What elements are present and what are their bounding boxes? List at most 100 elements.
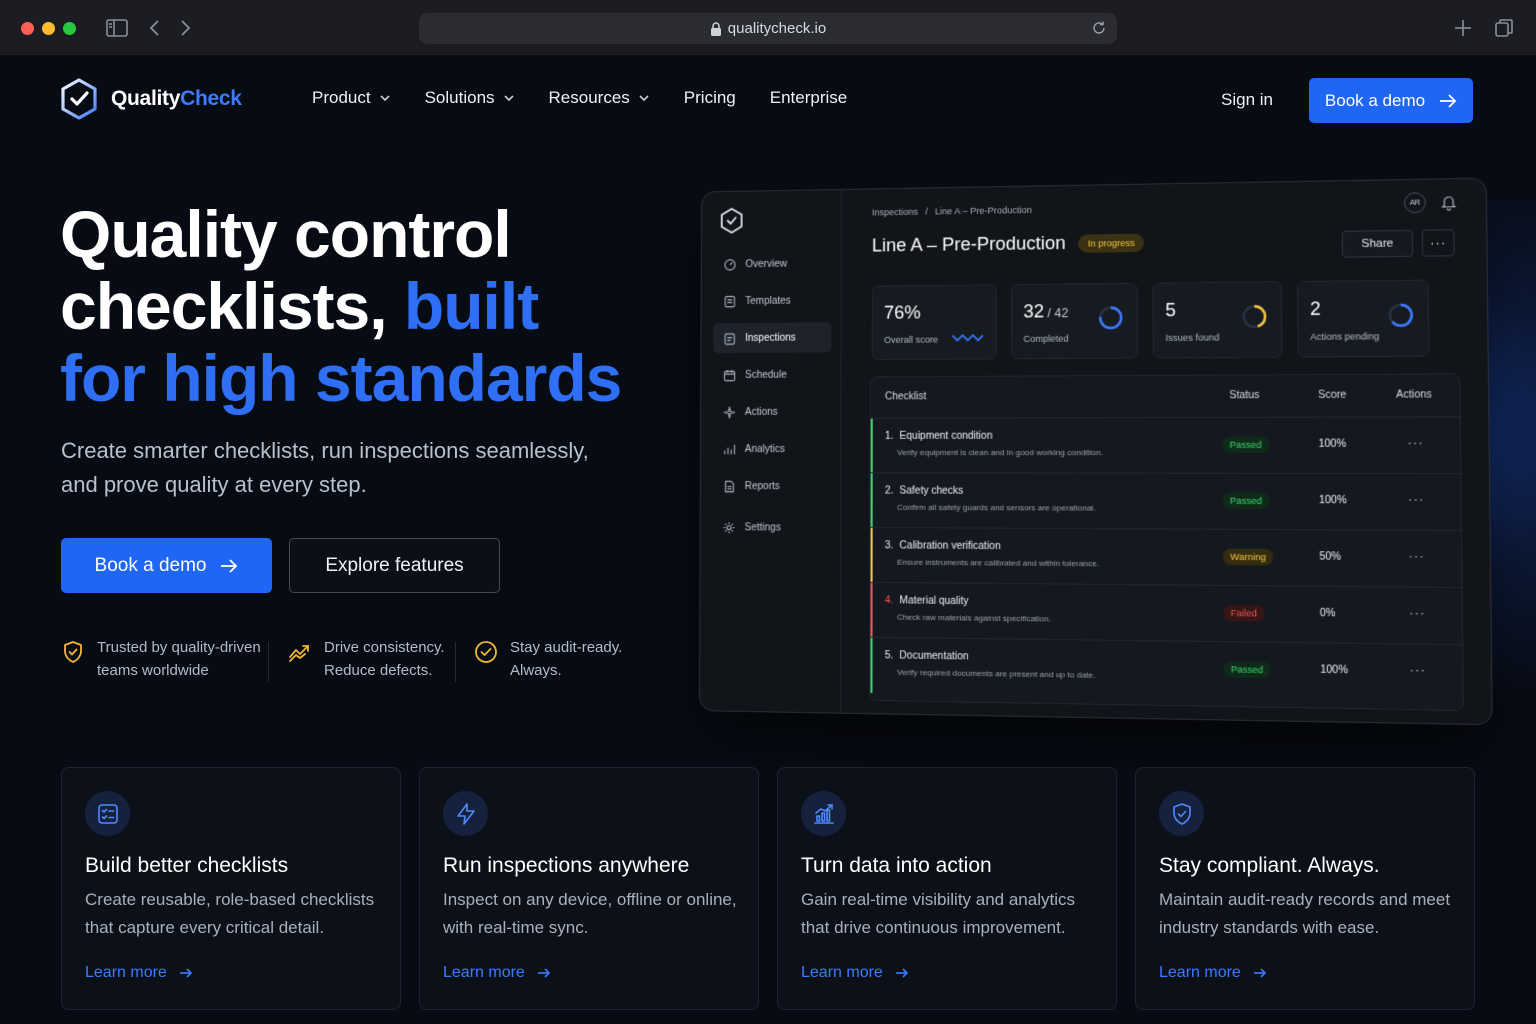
learn-more-link[interactable]: Learn more xyxy=(801,964,909,982)
nav-pricing[interactable]: Pricing xyxy=(684,88,736,108)
forward-icon[interactable] xyxy=(173,16,197,40)
feature-card-analytics: Turn data into action Gain real-time vis… xyxy=(777,767,1117,1010)
check-circle-icon xyxy=(475,641,497,663)
column-header: Score xyxy=(1318,389,1347,402)
breadcrumb-item[interactable]: Inspections xyxy=(872,207,918,218)
sidebar-item-overview[interactable]: Overview xyxy=(714,248,832,279)
close-window-button[interactable] xyxy=(21,22,34,35)
stat-card-actions-pending: 2 Actions pending xyxy=(1296,279,1430,358)
hero-subtitle: Create smarter checklists, run inspectio… xyxy=(61,438,589,497)
sidebar-item-schedule[interactable]: Schedule xyxy=(713,359,831,390)
main-nav: Product Solutions Resources Pricing Ente… xyxy=(312,88,881,108)
inspection-title: Line A – Pre-Production In progress xyxy=(872,232,1145,257)
reload-icon[interactable] xyxy=(1091,20,1107,36)
nav-product[interactable]: Product xyxy=(312,88,391,108)
row-actions-button[interactable]: ··· xyxy=(1408,549,1425,564)
arrow-right-icon xyxy=(221,558,238,573)
gear-icon xyxy=(723,521,736,534)
url-text: qualitycheck.io xyxy=(727,20,827,37)
nav-enterprise[interactable]: Enterprise xyxy=(770,88,847,108)
table-row[interactable]: 4. Material quality Check raw materials a… xyxy=(870,581,1465,645)
brand-name: QualityCheck xyxy=(111,87,242,110)
lock-icon xyxy=(710,21,721,36)
learn-more-link[interactable]: Learn more xyxy=(443,964,551,982)
column-header: Actions xyxy=(1396,389,1432,401)
feature-description: Gain real-time visibility and analytics … xyxy=(801,890,1075,937)
back-icon[interactable] xyxy=(143,16,167,40)
sidebar-item-actions[interactable]: Actions xyxy=(713,397,831,427)
breadcrumb: Inspections / Line A – Pre-Production xyxy=(871,204,1033,218)
arrow-right-icon xyxy=(179,968,192,978)
learn-more-link[interactable]: Learn more xyxy=(1159,964,1267,982)
nav-solutions[interactable]: Solutions xyxy=(425,88,515,108)
avatar[interactable]: AR xyxy=(1404,192,1426,214)
divider xyxy=(455,642,456,682)
address-bar[interactable]: qualitycheck.io xyxy=(419,13,1117,44)
minimize-window-button[interactable] xyxy=(42,22,55,35)
nav-resources[interactable]: Resources xyxy=(549,88,650,108)
new-tab-icon[interactable] xyxy=(1451,16,1475,40)
sidebar-item-settings[interactable]: Settings xyxy=(713,512,832,543)
checklist-table: Checklist Status Score Actions 1. Equipme… xyxy=(869,373,1465,711)
sidebar-item-inspections[interactable]: Inspections xyxy=(713,322,832,354)
status-indicator xyxy=(870,582,873,638)
sign-in-link[interactable]: Sign in xyxy=(1221,90,1273,110)
status-badge: Passed xyxy=(1222,436,1270,454)
status-indicator xyxy=(870,418,873,474)
hero-book-demo-button[interactable]: Book a demo xyxy=(61,538,272,593)
table-row[interactable]: 2. Safety checks Confirm all safety guard… xyxy=(870,472,1464,531)
status-indicator xyxy=(870,473,873,528)
status-indicator xyxy=(870,637,873,693)
bar-chart-icon xyxy=(723,442,736,455)
row-actions-button[interactable]: ··· xyxy=(1408,492,1425,507)
trust-item: Trusted by quality-driven teams worldwide xyxy=(61,636,261,682)
feature-description: Inspect on any device, offline or online… xyxy=(443,890,737,937)
status-badge: Passed xyxy=(1222,492,1270,510)
column-header: Status xyxy=(1229,389,1260,402)
sidebar-item-templates[interactable]: Templates xyxy=(713,285,831,316)
bell-icon[interactable] xyxy=(1441,194,1456,211)
arrow-right-icon xyxy=(1440,93,1457,108)
feature-card-checklists: Build better checklists Create reusable,… xyxy=(61,767,401,1010)
table-row[interactable]: 3. Calibration verification Ensure instru… xyxy=(870,526,1464,588)
status-badge: Warning xyxy=(1222,548,1274,566)
share-button[interactable]: Share xyxy=(1341,229,1414,258)
row-actions-button[interactable]: ··· xyxy=(1409,662,1426,677)
feature-card-inspections: Run inspections anywhere Inspect on any … xyxy=(419,767,759,1010)
status-indicator xyxy=(870,527,873,583)
clipboard-icon xyxy=(724,332,735,345)
progress-ring-icon xyxy=(1387,302,1416,329)
progress-ring-icon xyxy=(1240,303,1268,330)
row-actions-button[interactable]: ··· xyxy=(1409,606,1426,621)
explore-features-button[interactable]: Explore features xyxy=(289,538,500,593)
more-options-button[interactable]: ··· xyxy=(1421,229,1455,257)
table-row[interactable]: 5. Documentation Verify required document… xyxy=(870,636,1465,702)
checklist-icon xyxy=(97,803,118,824)
sidebar-item-analytics[interactable]: Analytics xyxy=(713,434,831,464)
feature-icon-badge xyxy=(443,791,488,836)
book-demo-button[interactable]: Book a demo xyxy=(1309,78,1473,123)
sidebar-toggle-icon[interactable] xyxy=(105,16,129,40)
brand-logo[interactable]: QualityCheck xyxy=(60,78,242,120)
trust-item: Drive consistency. Reduce defects. xyxy=(288,636,445,682)
feature-description: Create reusable, role-based checklists t… xyxy=(85,890,375,937)
status-badge: In progress xyxy=(1078,233,1145,253)
feature-icon-badge xyxy=(85,791,130,836)
calendar-icon xyxy=(723,369,735,381)
learn-more-link[interactable]: Learn more xyxy=(85,964,193,982)
template-icon xyxy=(725,295,736,308)
tab-overview-icon[interactable] xyxy=(1492,16,1516,40)
maximize-window-button[interactable] xyxy=(63,22,76,35)
analytics-icon xyxy=(813,803,834,824)
row-actions-button[interactable]: ··· xyxy=(1407,435,1424,450)
arrow-right-icon xyxy=(895,968,908,978)
feature-icon-badge xyxy=(1159,791,1204,836)
sparkle-icon xyxy=(723,405,736,418)
feature-card-compliance: Stay compliant. Always. Maintain audit-r… xyxy=(1135,767,1475,1010)
feature-title: Build better checklists xyxy=(85,854,289,877)
chevron-down-icon xyxy=(503,95,514,102)
shield-check-icon xyxy=(64,641,82,663)
table-row[interactable]: 1. Equipment condition Verify equipment i… xyxy=(870,416,1463,474)
sidebar-item-reports[interactable]: Reports xyxy=(713,471,831,501)
feature-icon-badge xyxy=(801,791,846,836)
